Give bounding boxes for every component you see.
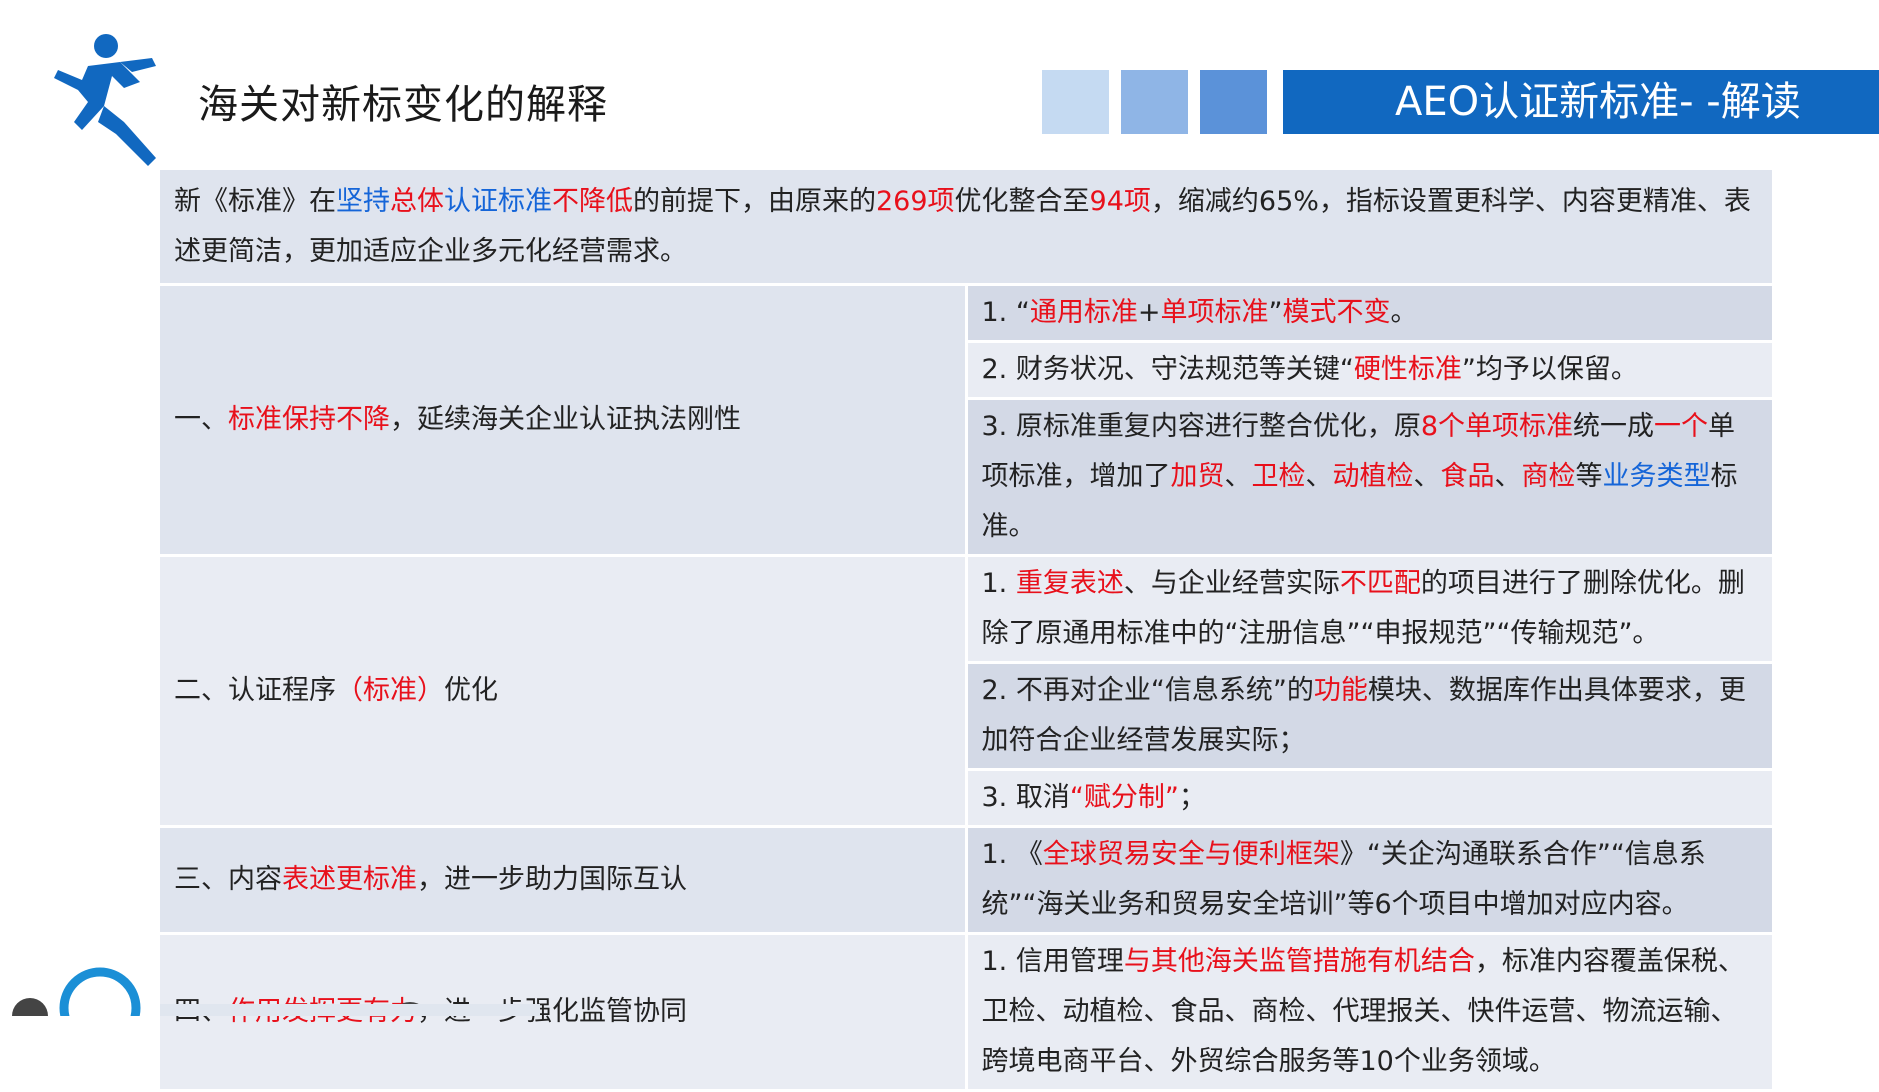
section-2-item-3: 3. 取消“赋分制”； [964, 768, 1775, 828]
text-segment: ； [1178, 782, 1206, 813]
text-segment: 不降低 [552, 185, 633, 217]
text-segment: 全球贸易安全与便利框架 [1042, 839, 1340, 870]
section-1-item-3: 3. 原标准重复内容进行整合优化，原8个单项标准统一成一个单项标准，增加了加贸、… [964, 397, 1775, 557]
text-segment: “赋分制” [1069, 782, 1179, 813]
text-segment: 食品 [1440, 461, 1495, 492]
section-1-category: 一、标准保持不降，延续海关企业认证执法刚性 [157, 283, 968, 557]
text-segment: 、 [1305, 461, 1333, 492]
text-segment: 功能 [1313, 675, 1368, 706]
text-segment: 坚持 [336, 185, 390, 217]
text-segment: 优化整合至 [954, 185, 1090, 217]
header-square-1 [1042, 70, 1109, 134]
section-3-category: 三、内容表述更标准，进一步助力国际互认 [157, 825, 968, 935]
text-segment: ”均予以保留。 [1461, 354, 1638, 385]
section-2-item-2: 2. 不再对企业“信息系统”的功能模块、数据库作出具体要求，更加符合企业经营发展… [964, 661, 1775, 771]
text-segment: 表述更标准 [282, 864, 417, 895]
text-segment: 业务类型 [1602, 461, 1711, 492]
text-segment: 商检 [1521, 461, 1576, 492]
text-segment: 一、 [174, 404, 228, 435]
text-segment: 8个单项标准 [1420, 411, 1574, 442]
text-segment: 269项 [876, 185, 955, 217]
text-segment: 2. 不再对企业“信息系统”的 [981, 675, 1314, 706]
text-segment: 等 [1575, 461, 1603, 492]
header-square-2 [1121, 70, 1188, 134]
text-segment: 、 [1224, 461, 1252, 492]
interpretation-table: 新《标准》在坚持总体认证标准不降低的前提下，由原来的269项优化整合至94项，缩… [157, 167, 1775, 1092]
text-segment: 总体 [390, 185, 444, 217]
section-1-row-1: 一、标准保持不降，延续海关企业认证执法刚性 1. “通用标准+单项标准”模式不变… [157, 283, 1775, 557]
text-segment: 的前提下，由原来的 [633, 185, 876, 217]
text-segment: 3. 取消 [981, 782, 1070, 813]
text-segment: 重复表述 [1015, 568, 1124, 599]
text-segment: 1. 《 [981, 839, 1043, 870]
text-segment: 、与企业经营实际 [1123, 568, 1340, 599]
text-segment: 一个 [1654, 411, 1709, 442]
section-2-category: 二、认证程序（标准）优化 [157, 554, 968, 828]
intro-row: 新《标准》在坚持总体认证标准不降低的前提下，由原来的269项优化整合至94项，缩… [157, 167, 1775, 286]
section-1-item-2: 2. 财务状况、守法规范等关键“硬性标准”均予以保留。 [964, 340, 1775, 400]
text-segment: 不匹配 [1339, 568, 1421, 599]
text-segment: 模式不变 [1282, 297, 1391, 328]
text-segment: 认证标准 [444, 185, 552, 217]
text-segment: 新《标准》在 [174, 185, 336, 217]
section-2-row-1: 二、认证程序（标准）优化 1. 重复表述、与企业经营实际不匹配的项目进行了删除优… [157, 554, 1775, 828]
intro-cell: 新《标准》在坚持总体认证标准不降低的前提下，由原来的269项优化整合至94项，缩… [157, 167, 1775, 286]
text-segment: 。 [1390, 297, 1418, 328]
section-4-item-1: 1. 信用管理与其他海关监管措施有机结合，标准内容覆盖保税、卫检、动植检、食品、… [964, 932, 1775, 1092]
text-segment: 标准保持不降 [228, 404, 390, 435]
text-segment: 硬性标准 [1353, 354, 1462, 385]
header-decoration [1042, 70, 1267, 134]
section-2-item-1: 1. 重复表述、与企业经营实际不匹配的项目进行了删除优化。删除了原通用标准中的“… [964, 554, 1775, 664]
text-segment: 统一成 [1573, 411, 1655, 442]
text-segment: （标准） [336, 675, 444, 706]
text-segment: 1. [981, 568, 1016, 599]
text-segment: 加贸 [1170, 461, 1225, 492]
text-segment: 1. “ [981, 297, 1030, 328]
text-segment: 、 [1413, 461, 1441, 492]
text-segment: 卫检 [1251, 461, 1306, 492]
section-1-item-1: 1. “通用标准+单项标准”模式不变。 [964, 283, 1775, 343]
text-segment: 3. 原标准重复内容进行整合优化，原 [981, 411, 1421, 442]
text-segment: ” [1268, 297, 1283, 328]
text-segment: 与其他海关监管措施有机结合 [1123, 946, 1475, 977]
text-segment: 优化 [444, 675, 498, 706]
page-title: 海关对新标变化的解释 [198, 82, 608, 128]
text-segment: 通用标准 [1029, 297, 1138, 328]
text-segment: 1. 信用管理 [981, 946, 1124, 977]
text-segment: ，延续海关企业认证执法刚性 [390, 404, 741, 435]
text-segment: 动植检 [1332, 461, 1414, 492]
text-segment: ，进一步助力国际互认 [417, 864, 687, 895]
text-segment: 单项标准 [1160, 297, 1269, 328]
text-segment: 三、内容 [174, 864, 282, 895]
text-segment: 94项 [1089, 185, 1151, 217]
watermark-logo-icon [12, 967, 540, 1016]
section-3-row-1: 三、内容表述更标准，进一步助力国际互认 1. 《全球贸易安全与便利框架》“关企沟… [157, 825, 1775, 935]
running-man-icon [54, 34, 156, 166]
header-banner: AEO认证新标准- -解读 [1283, 70, 1879, 134]
text-segment: 、 [1494, 461, 1522, 492]
header-square-3 [1200, 70, 1267, 134]
text-segment: + [1137, 297, 1161, 328]
section-3-item-1: 1. 《全球贸易安全与便利框架》“关企沟通联系合作”“信息系统”“海关业务和贸易… [964, 825, 1775, 935]
text-segment: 二、认证程序 [174, 675, 336, 706]
text-segment: 2. 财务状况、守法规范等关键“ [981, 354, 1354, 385]
